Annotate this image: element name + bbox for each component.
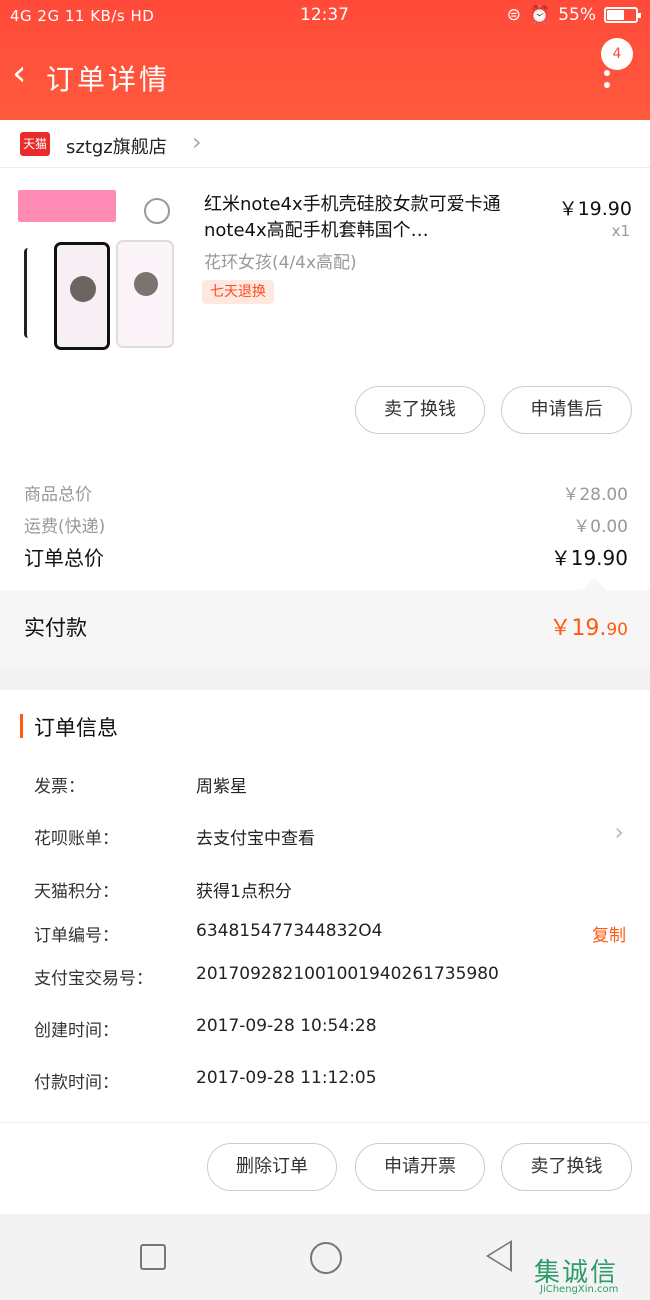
delete-order-button[interactable]: 删除订单 bbox=[207, 1143, 337, 1191]
info-value: 去支付宝中查看 bbox=[196, 829, 315, 849]
return-policy-tag: 七天退换 bbox=[202, 280, 274, 304]
battery-icon bbox=[604, 7, 641, 23]
sell-item-button[interactable]: 卖了换钱 bbox=[501, 1143, 632, 1191]
order-info-section: 订单信息 发票： 周紫星 花呗账单： 去支付宝中查看 › 天猫积分： 获得1点积… bbox=[0, 690, 650, 1122]
goods-total-row: 商品总价 ￥28.00 bbox=[24, 480, 628, 505]
goods-total-value: ￥28.00 bbox=[562, 485, 628, 505]
shipping-row: 运费(快递) ￥0.00 bbox=[24, 512, 628, 537]
product-price: ￥19.90 bbox=[558, 198, 632, 220]
info-value: 2017092821001001940261735980 bbox=[196, 964, 499, 984]
network-status: 4G 2G 11 KB/s HD bbox=[10, 7, 155, 25]
lock-icon: ⊜ bbox=[506, 5, 522, 25]
points-row: 天猫积分： 获得1点积分 bbox=[34, 877, 630, 907]
info-key: 天猫积分： bbox=[34, 882, 119, 902]
info-key: 发票： bbox=[34, 777, 85, 797]
paid-time-row: 付款时间： 2017-09-28 11:12:05 bbox=[34, 1068, 630, 1098]
alipay-trade-row: 支付宝交易号： 2017092821001001940261735980 bbox=[34, 964, 630, 994]
action-bar: 删除订单 申请开票 卖了换钱 bbox=[0, 1122, 650, 1214]
product-quantity: x1 bbox=[611, 222, 630, 240]
paid-value-main: ￥19. bbox=[549, 616, 607, 641]
thumbnail-banner bbox=[18, 190, 116, 222]
clock: 12:37 bbox=[300, 5, 349, 25]
more-dot-icon bbox=[604, 82, 610, 88]
caret-up-icon bbox=[582, 578, 606, 590]
info-key: 创建时间： bbox=[34, 1021, 119, 1041]
section-accent-bar bbox=[20, 714, 23, 738]
product-sku: 花环女孩(4/4x高配) bbox=[204, 253, 357, 273]
girl-illustration bbox=[70, 276, 96, 302]
chevron-right-icon: › bbox=[614, 818, 624, 846]
request-invoice-button[interactable]: 申请开票 bbox=[355, 1143, 485, 1191]
home-icon[interactable] bbox=[310, 1242, 342, 1274]
order-total-label: 订单总价 bbox=[24, 546, 104, 570]
product-title[interactable]: 红米note4x手机壳硅胶女款可爱卡通note4x高配手机套韩国个… bbox=[204, 192, 530, 244]
app-header: 4G 2G 11 KB/s HD 12:37 ⊜ ⏰ 55% ‹ 订单详情 4 bbox=[0, 0, 650, 120]
created-time-row: 创建时间： 2017-09-28 10:54:28 bbox=[34, 1016, 630, 1046]
info-value: 2017-09-28 11:12:05 bbox=[196, 1068, 377, 1088]
info-key: 付款时间： bbox=[34, 1073, 119, 1093]
invoice-row: 发票： 周紫星 bbox=[34, 772, 630, 802]
info-key: 支付宝交易号： bbox=[34, 969, 153, 989]
more-dot-icon bbox=[604, 70, 610, 76]
watermark: 集诚信 JiChengXin.com bbox=[534, 1252, 646, 1296]
info-key: 花呗账单： bbox=[34, 829, 119, 849]
recent-apps-icon[interactable] bbox=[140, 1244, 166, 1270]
chevron-right-icon: › bbox=[192, 128, 202, 156]
order-total-value: ￥19.90 bbox=[550, 546, 628, 570]
back-button[interactable]: ‹ bbox=[12, 56, 26, 92]
after-sales-button[interactable]: 申请售后 bbox=[501, 386, 632, 434]
shipping-value: ￥0.00 bbox=[573, 517, 628, 537]
info-key: 订单编号： bbox=[34, 926, 119, 946]
chevron-left-icon: ‹ bbox=[12, 53, 27, 94]
watermark-url: JiChengXin.com bbox=[540, 1284, 619, 1295]
girl-illustration bbox=[134, 272, 158, 296]
lanyard-image bbox=[24, 248, 38, 338]
paid-label: 实付款 bbox=[24, 616, 87, 640]
copy-button[interactable]: 复制 bbox=[592, 921, 626, 946]
product-thumbnail[interactable] bbox=[18, 190, 174, 352]
info-value: 2017-09-28 10:54:28 bbox=[196, 1016, 377, 1036]
order-info-title: 订单信息 bbox=[34, 716, 118, 740]
info-value: 634815477344832O4 bbox=[196, 921, 383, 941]
alarm-icon: ⏰ bbox=[529, 5, 551, 25]
shipping-label: 运费(快递) bbox=[24, 517, 106, 537]
product-card: 红米note4x手机壳硅胶女款可爱卡通note4x高配手机套韩国个… ￥19.9… bbox=[0, 168, 650, 458]
battery-percent: 55% bbox=[558, 5, 596, 25]
paid-amount-row: 实付款 ￥19.90 bbox=[0, 590, 650, 668]
shop-name: sztgz旗舰店 bbox=[66, 137, 167, 158]
goods-total-label: 商品总价 bbox=[24, 485, 92, 505]
paid-value-cents: 90 bbox=[606, 620, 628, 640]
huabei-bill-row[interactable]: 花呗账单： 去支付宝中查看 › bbox=[34, 818, 630, 854]
tmall-badge: 天猫 bbox=[20, 132, 50, 156]
paid-value: ￥19.90 bbox=[549, 610, 628, 642]
info-value: 周紫星 bbox=[196, 777, 247, 797]
ring-holder-image bbox=[144, 198, 170, 224]
order-number-row: 订单编号： 634815477344832O4 复制 bbox=[34, 921, 630, 951]
sell-item-button[interactable]: 卖了换钱 bbox=[355, 386, 485, 434]
shop-row[interactable]: 天猫 sztgz旗舰店 › bbox=[0, 120, 650, 168]
back-triangle-icon[interactable] bbox=[486, 1240, 512, 1272]
price-summary: 商品总价 ￥28.00 运费(快递) ￥0.00 订单总价 ￥19.90 bbox=[0, 458, 650, 590]
page-title: 订单详情 bbox=[46, 63, 171, 96]
status-bar: 4G 2G 11 KB/s HD 12:37 ⊜ ⏰ 55% bbox=[0, 0, 650, 34]
message-badge[interactable]: 4 bbox=[601, 38, 633, 70]
info-value: 获得1点积分 bbox=[196, 882, 292, 902]
order-total-row: 订单总价 ￥19.90 bbox=[24, 542, 628, 571]
status-right: ⊜ ⏰ 55% bbox=[506, 5, 641, 25]
